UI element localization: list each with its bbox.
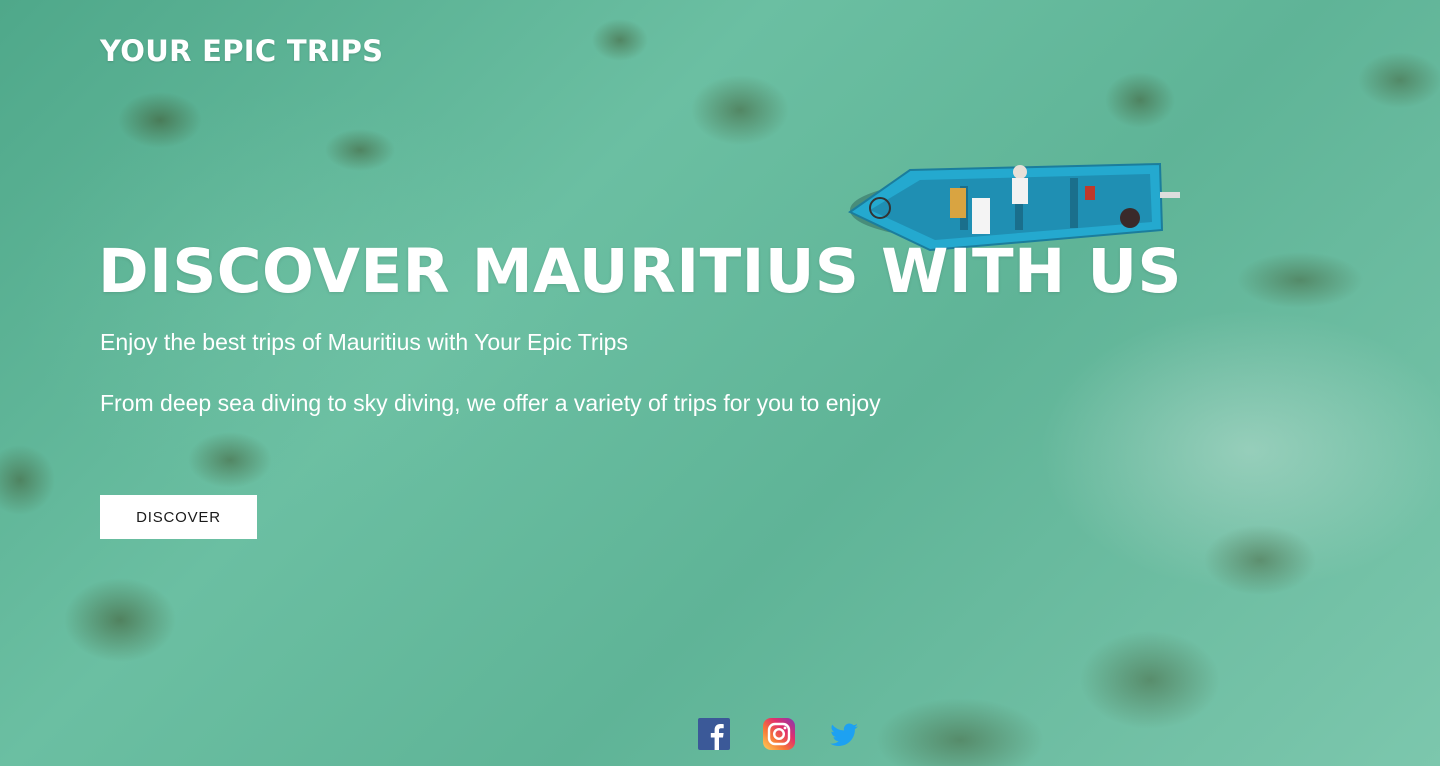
facebook-icon [698,718,730,750]
instagram-icon [763,718,795,750]
twitter-link[interactable] [828,718,860,750]
site-logo[interactable]: YOUR EPIC TRIPS [100,34,383,68]
hero-description: From deep sea diving to sky diving, we o… [100,390,881,416]
twitter-icon [830,723,858,747]
facebook-link[interactable] [698,718,730,750]
social-links [698,718,860,750]
instagram-link[interactable] [763,718,795,750]
hero-headline: DISCOVER MAURITIUS WITH US [98,236,1182,307]
discover-button[interactable]: DISCOVER [100,495,257,539]
hero-section: YOUR EPIC TRIPS DISCOVER MAURITIUS WITH … [0,0,1440,766]
hero-subtitle: Enjoy the best trips of Mauritius with Y… [100,329,628,355]
